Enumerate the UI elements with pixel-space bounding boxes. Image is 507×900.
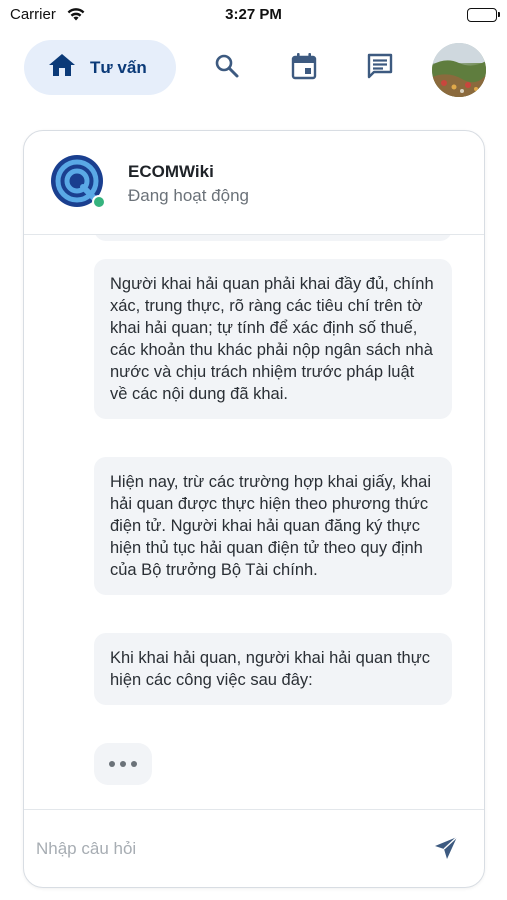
chat-icon bbox=[366, 52, 394, 85]
message-bubble: Hiện nay, trừ các trường hợp khai giấy, … bbox=[94, 457, 452, 595]
message-bubble: Khi khai hải quan, người khai hải quan t… bbox=[94, 633, 452, 705]
calendar-icon bbox=[291, 52, 317, 85]
typing-dot bbox=[120, 761, 126, 767]
typing-dot bbox=[109, 761, 115, 767]
clock: 3:27 PM bbox=[225, 6, 282, 23]
message-bubble: Người khai hải quan phải khai đầy đủ, ch… bbox=[94, 259, 452, 419]
status-bar: Carrier 3:27 PM bbox=[0, 0, 507, 32]
question-input[interactable] bbox=[36, 832, 416, 866]
send-button[interactable] bbox=[432, 835, 460, 866]
bot-name: ECOMWiki bbox=[128, 162, 214, 181]
bot-status: Đang hoạt động bbox=[128, 186, 249, 205]
message-composer bbox=[24, 809, 484, 887]
calendar-button[interactable] bbox=[288, 52, 320, 84]
send-icon bbox=[433, 835, 459, 866]
nav-home-label: Tư vấn bbox=[90, 57, 147, 77]
chat-header: ECOMWiki Đang hoạt động bbox=[24, 131, 484, 235]
avatar[interactable] bbox=[432, 43, 486, 97]
chat-panel: ECOMWiki Đang hoạt động Người khai hải q… bbox=[23, 130, 485, 888]
online-status-dot bbox=[92, 195, 106, 209]
search-icon bbox=[214, 53, 240, 84]
search-button[interactable] bbox=[211, 52, 243, 84]
message-bubble-partial bbox=[94, 235, 452, 241]
messages-button[interactable] bbox=[364, 52, 396, 84]
battery-icon bbox=[467, 8, 500, 22]
top-nav: Tư vấn bbox=[0, 40, 507, 98]
message-list[interactable]: Người khai hải quan phải khai đầy đủ, ch… bbox=[24, 235, 484, 811]
typing-indicator bbox=[94, 743, 152, 785]
typing-dot bbox=[131, 761, 137, 767]
nav-home-button[interactable]: Tư vấn bbox=[24, 40, 176, 95]
home-icon bbox=[48, 53, 76, 82]
